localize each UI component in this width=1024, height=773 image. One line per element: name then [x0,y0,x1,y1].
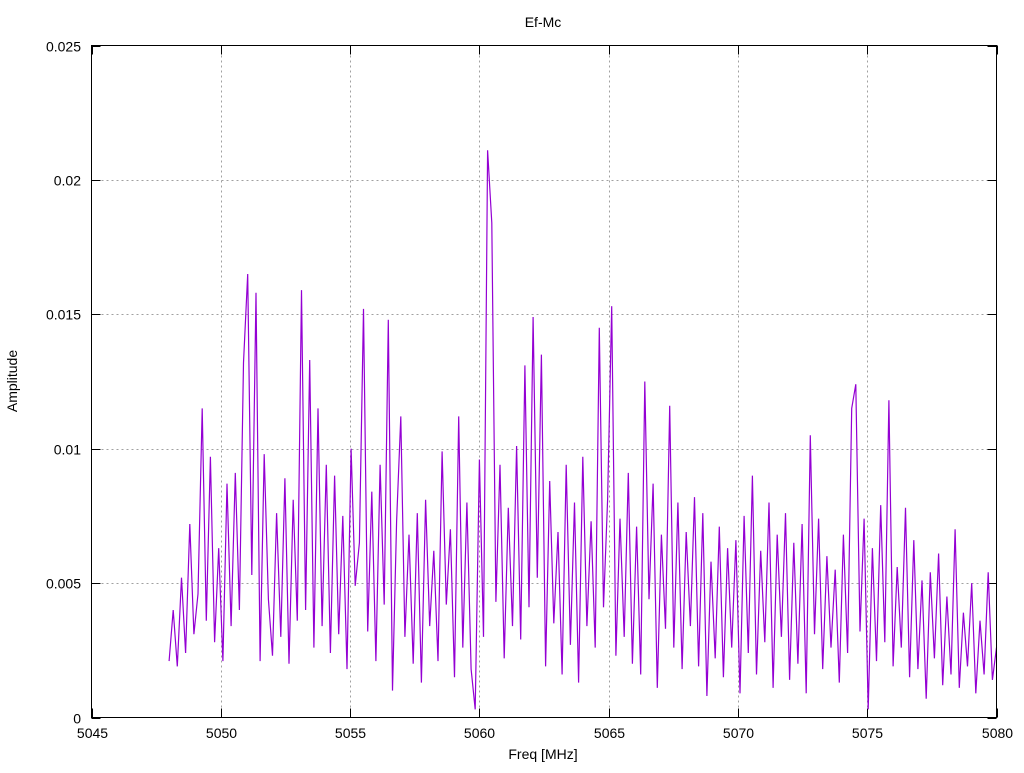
y-tick-label: 0.005 [46,576,81,592]
y-tick-label: 0.015 [46,307,81,323]
x-axis-label: Freq [MHz] [508,746,577,762]
x-tick-label: 5070 [723,725,754,741]
x-tick-label: 5065 [594,725,625,741]
y-tick-label: 0 [73,711,81,727]
y-tick-label: 0.02 [54,173,81,189]
y-axis-label: Amplitude [4,350,20,412]
y-tick-label: 0.025 [46,39,81,55]
chart-title: Ef-Mc [525,14,562,30]
series-group [168,150,998,710]
x-tick-label: 5075 [852,725,883,741]
ticks: 5045 5050 5055 5060 5065 5070 5075 5080 0 0.005 0.… [46,39,1013,742]
series-line [168,150,998,710]
x-tick-label: 5045 [77,725,108,741]
y-tick-label: 0.01 [54,442,81,458]
x-tick-label: 5060 [464,725,495,741]
x-tick-label: 5050 [206,725,237,741]
chart: Ef-Mc Freq [MHz] Amplitude 5045 5050 5055 5… [4,14,1013,762]
x-tick-label: 5080 [982,725,1013,741]
x-tick-label: 5055 [335,725,366,741]
